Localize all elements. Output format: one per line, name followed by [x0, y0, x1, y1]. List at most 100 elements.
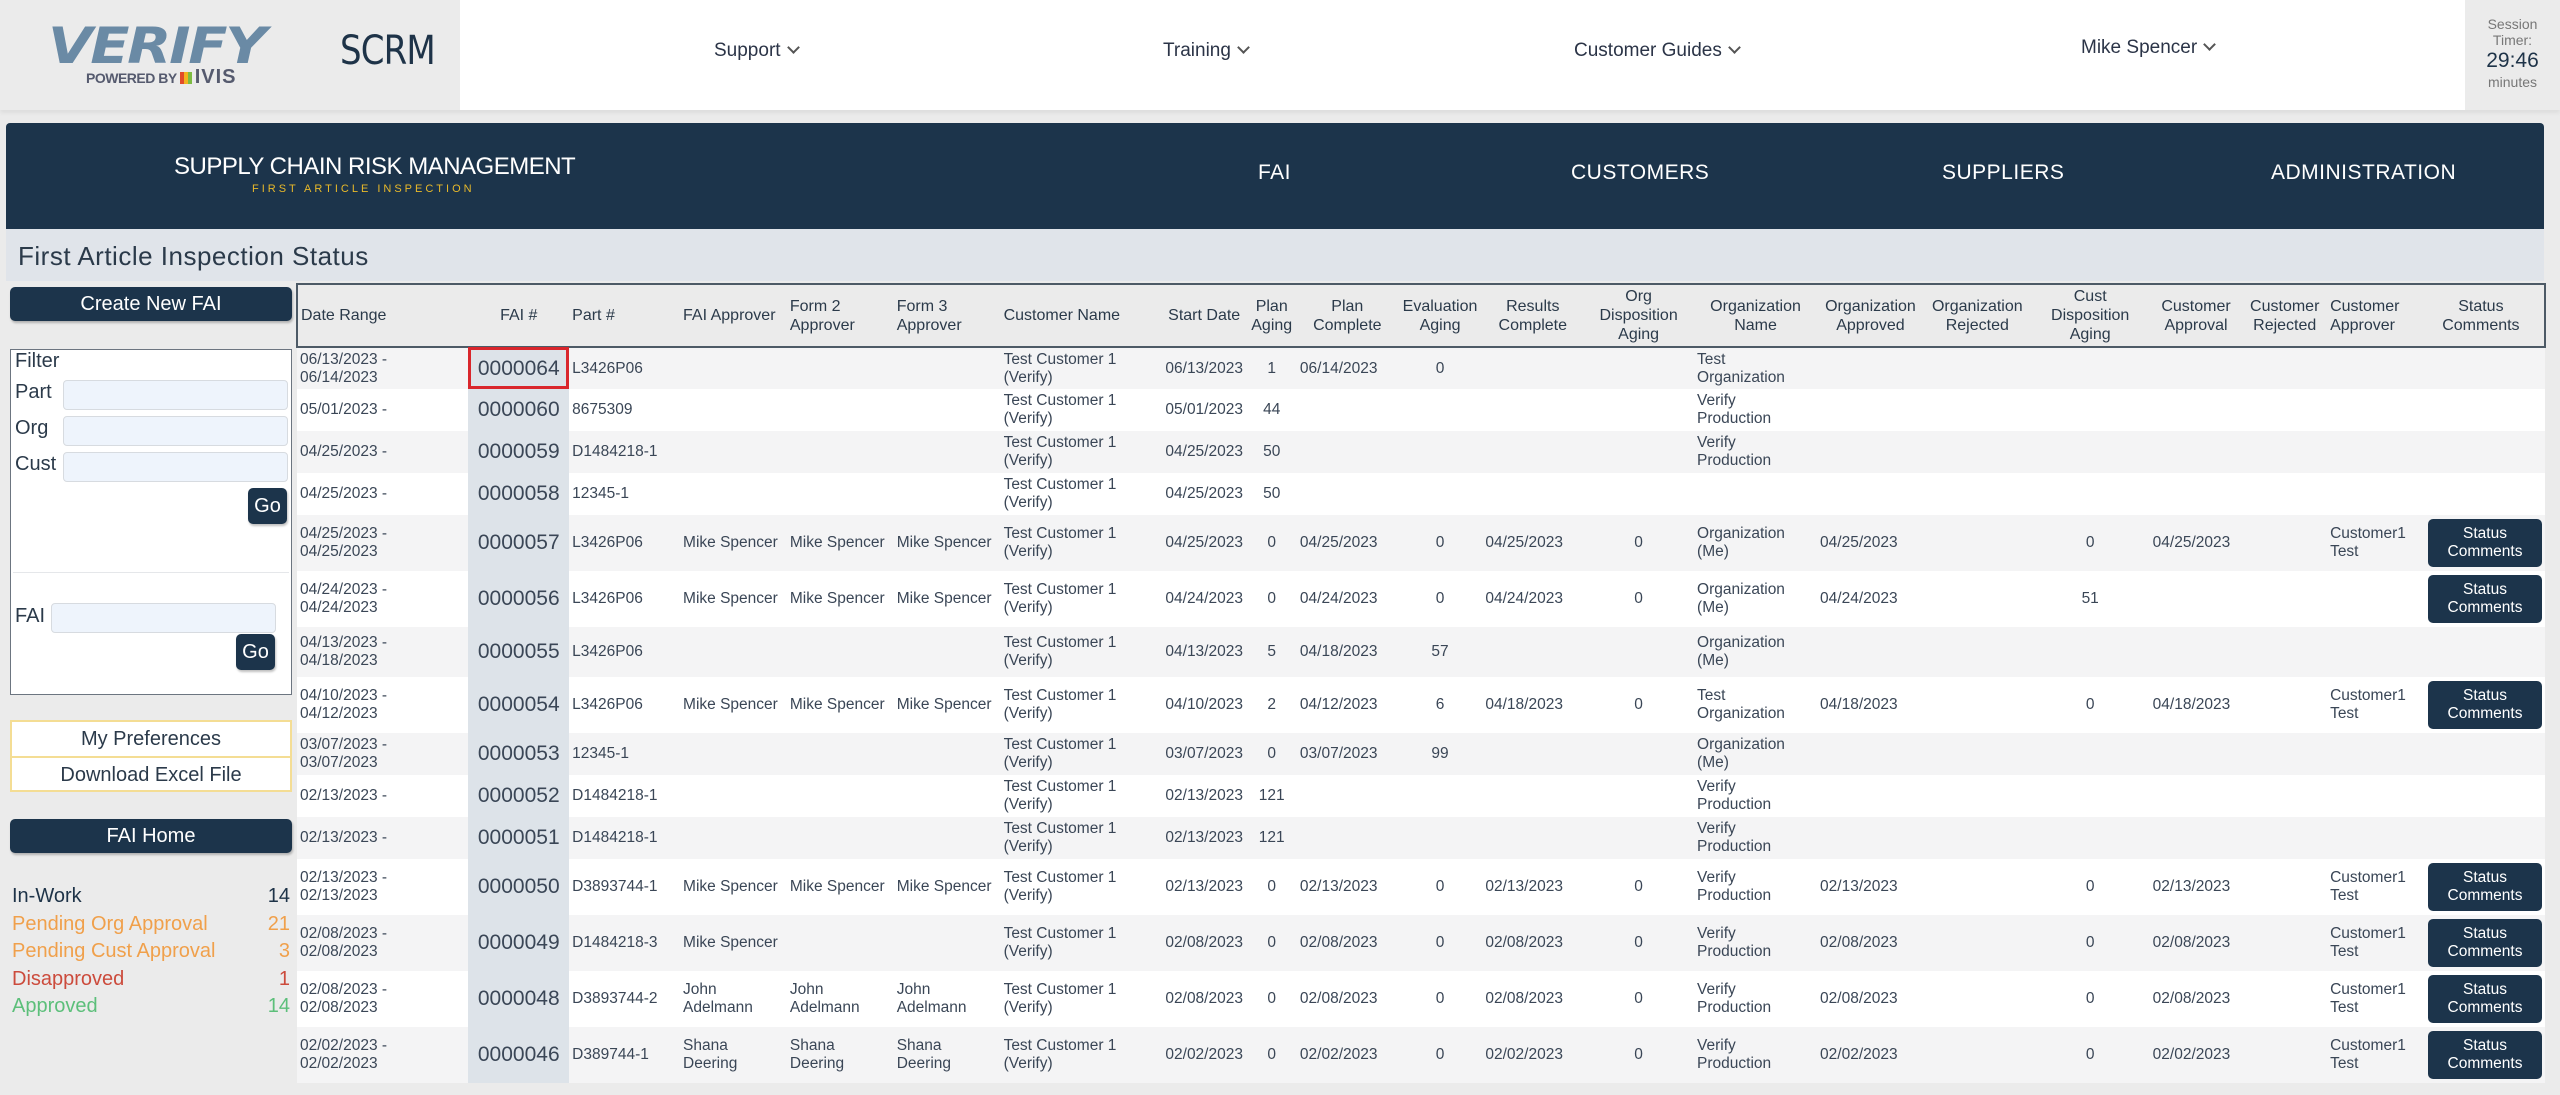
fai-number-link[interactable]: 0000046 — [468, 1027, 570, 1083]
fai-number-link[interactable]: 0000060 — [468, 389, 570, 431]
status-comments-button[interactable]: Status Comments — [2428, 1031, 2542, 1079]
fai-search-input[interactable] — [51, 603, 276, 633]
fai-number-link[interactable]: 0000051 — [468, 817, 570, 859]
column-header[interactable]: Customer Approver — [2327, 283, 2418, 348]
table-row[interactable]: 06/13/2023 - 06/14/2023 0000064 L3426P06 Te… — [297, 347, 2545, 389]
column-header[interactable]: Form 3 Approver — [893, 283, 1001, 348]
column-header[interactable]: Plan Aging — [1246, 283, 1297, 348]
fai-number-link[interactable]: 0000050 — [468, 859, 570, 915]
table-row[interactable]: 02/02/2023 - 02/02/2023 0000046 D389744-1 S… — [297, 1027, 2545, 1083]
table-row[interactable]: 02/08/2023 - 02/08/2023 0000049 D1484218-3… — [297, 915, 2545, 971]
status-comments-button[interactable]: Status Comments — [2428, 575, 2542, 623]
status-comments-button[interactable]: Status Comments — [2428, 919, 2542, 967]
table-row[interactable]: 04/25/2023 - 0000058 12345-1 Test Customer … — [297, 473, 2545, 515]
column-header[interactable]: Organization Name — [1694, 283, 1818, 348]
verify-logo[interactable]: VERIFY POWERED BY IVIS — [48, 21, 278, 88]
fai-home-button[interactable]: FAI Home — [10, 819, 292, 853]
part-filter-input[interactable] — [63, 380, 288, 410]
column-header[interactable]: Status Comments — [2417, 283, 2547, 348]
table-row[interactable]: 04/25/2023 - 0000059 D1484218-1 Test Custom… — [297, 431, 2545, 473]
column-header[interactable]: Org Disposition Aging — [1583, 283, 1695, 348]
column-header[interactable]: Organization Approved — [1817, 283, 1924, 348]
cell-part: L3426P06 — [572, 590, 643, 607]
column-header[interactable]: Form 2 Approver — [786, 283, 894, 348]
create-new-fai-button[interactable]: Create New FAI — [10, 287, 292, 321]
filter-go-button[interactable]: Go — [248, 488, 287, 524]
status-comments-button[interactable]: Status Comments — [2428, 681, 2542, 729]
column-header[interactable]: Part # — [569, 283, 681, 348]
column-header[interactable]: Customer Name — [1000, 283, 1162, 348]
table-row[interactable]: 04/25/2023 - 04/25/2023 0000057 L3426P06 Mi… — [297, 515, 2545, 571]
column-header[interactable]: Customer Rejected — [2242, 283, 2328, 348]
table-row[interactable]: 02/13/2023 - 0000051 D1484218-1 Test Custom… — [297, 817, 2545, 859]
user-menu[interactable]: Mike Spencer — [2081, 37, 2217, 59]
cell-eval-aging: 57 — [1431, 643, 1449, 660]
fai-number-link[interactable]: 0000053 — [468, 733, 570, 775]
nav-support[interactable]: Support — [714, 40, 800, 62]
fai-number-link[interactable]: 0000058 — [468, 473, 570, 515]
fai-number-link[interactable]: 0000059 — [468, 431, 570, 473]
table-row[interactable]: 02/13/2023 - 02/13/2023 0000050 D3893744-1… — [297, 859, 2545, 915]
banner-nav-suppliers[interactable]: SUPPLIERS — [1942, 161, 2064, 185]
column-header[interactable]: Organization Rejected — [1923, 283, 2031, 348]
table-row[interactable]: 04/24/2023 - 04/24/2023 0000056 L3426P06 Mi… — [297, 571, 2545, 627]
fai-number-link[interactable]: 0000055 — [468, 627, 570, 677]
table-row[interactable]: 03/07/2023 - 03/07/2023 0000053 12345-1 Tes… — [297, 733, 2545, 775]
column-header[interactable]: FAI # — [468, 283, 570, 348]
column-header[interactable]: Evaluation Aging — [1397, 283, 1483, 348]
table-row[interactable]: 02/13/2023 - 0000052 D1484218-1 Test Custom… — [297, 775, 2545, 817]
cell-start: 02/13/2023 — [1165, 787, 1243, 804]
banner-nav-customers[interactable]: CUSTOMERS — [1571, 161, 1709, 185]
cell-cust-rejected — [2242, 515, 2327, 571]
nav-customer-guides[interactable]: Customer Guides — [1574, 40, 1741, 62]
org-filter-input[interactable] — [63, 416, 288, 446]
column-header[interactable]: Start Date — [1161, 283, 1247, 348]
fai-number-link[interactable]: 0000057 — [468, 515, 570, 571]
status-summary-item[interactable]: Approved 14 — [12, 995, 290, 1023]
column-header[interactable]: Customer Approval — [2149, 283, 2243, 348]
cell-org-rejected — [1924, 775, 2031, 817]
banner-nav-fai[interactable]: FAI — [1258, 161, 1291, 185]
cell-date-range: 04/25/2023 - 04/25/2023 — [300, 525, 388, 560]
status-comments-button[interactable]: Status Comments — [2428, 975, 2542, 1023]
status-summary-label: Disapproved — [12, 967, 125, 990]
cust-filter-input[interactable] — [63, 452, 288, 482]
column-header[interactable]: Date Range — [295, 283, 469, 348]
fai-number-link[interactable]: 0000054 — [468, 677, 570, 733]
table-row[interactable]: 02/08/2023 - 02/08/2023 0000048 D3893744-2… — [297, 971, 2545, 1027]
column-header[interactable]: Results Complete — [1482, 283, 1584, 348]
column-header[interactable]: FAI Approver — [680, 283, 787, 348]
fai-number-link[interactable]: 0000049 — [468, 915, 570, 971]
status-summary-item[interactable]: Pending Cust Approval 3 — [12, 940, 290, 968]
nav-training[interactable]: Training — [1163, 40, 1250, 62]
banner-nav-administration[interactable]: ADMINISTRATION — [2271, 161, 2456, 185]
cell-org-name: Verify Production — [1697, 1037, 1772, 1072]
cell-start: 02/13/2023 — [1165, 878, 1243, 895]
download-excel-link[interactable]: Download Excel File — [12, 756, 290, 790]
cell-status-comments: Status Comments — [2418, 571, 2545, 627]
column-header[interactable]: Plan Complete — [1296, 283, 1398, 348]
cell-start: 04/13/2023 — [1165, 643, 1243, 660]
my-preferences-link[interactable]: My Preferences — [12, 722, 290, 756]
status-comments-button[interactable]: Status Comments — [2428, 863, 2542, 911]
cell-cust-rejected — [2242, 347, 2327, 389]
cell-org-approved — [1817, 473, 1924, 515]
table-row[interactable]: 04/10/2023 - 04/12/2023 0000054 L3426P06 Mi… — [297, 677, 2545, 733]
cell-cust-disp-aging — [2031, 775, 2150, 817]
status-summary-item[interactable]: Pending Org Approval 21 — [12, 913, 290, 941]
table-row[interactable]: 04/13/2023 - 04/18/2023 0000055 L3426P06 Te… — [297, 627, 2545, 677]
cell-form3 — [894, 473, 1001, 515]
fai-number-link[interactable]: 0000056 — [468, 571, 570, 627]
table-row[interactable]: 05/01/2023 - 0000060 8675309 Test Customer … — [297, 389, 2545, 431]
status-summary-item[interactable]: Disapproved 1 — [12, 968, 290, 996]
fai-go-button[interactable]: Go — [236, 634, 275, 670]
cell-customer: Test Customer 1 (Verify) — [1003, 687, 1117, 722]
status-comments-button[interactable]: Status Comments — [2428, 519, 2542, 567]
column-header[interactable]: Cust Disposition Aging — [2030, 283, 2150, 348]
fai-number-link[interactable]: 0000052 — [468, 775, 570, 817]
fai-number-link[interactable]: 0000048 — [468, 971, 570, 1027]
cell-org-rejected — [1924, 677, 2031, 733]
status-summary-item[interactable]: In-Work 14 — [12, 885, 290, 913]
cell-date-range: 05/01/2023 - — [300, 401, 388, 418]
fai-number-link[interactable]: 0000064 — [468, 347, 570, 389]
